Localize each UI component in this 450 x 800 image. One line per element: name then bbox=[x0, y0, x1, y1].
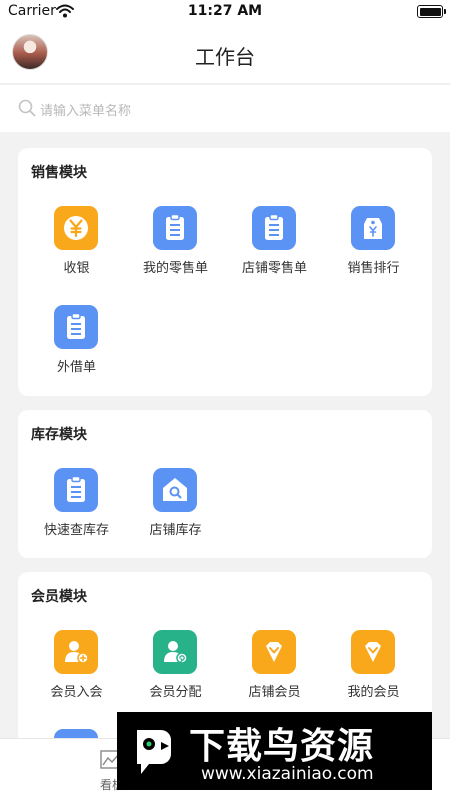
clipboard-icon bbox=[252, 206, 296, 250]
tile-label: 店铺会员 bbox=[248, 685, 301, 700]
tile-label: 外借单 bbox=[56, 360, 96, 375]
yen-coin-icon bbox=[54, 206, 98, 250]
tile-label: 快速查库存 bbox=[43, 523, 109, 538]
watermark-title: 下载鸟资源 bbox=[189, 726, 375, 767]
battery-icon bbox=[417, 5, 446, 18]
clipboard-icon bbox=[153, 206, 197, 250]
clipboard-icon bbox=[54, 468, 98, 512]
tile-label: 会员分配 bbox=[149, 685, 202, 700]
tile-label: 店铺库存 bbox=[149, 523, 202, 538]
store-members-button[interactable]: 店铺会员 bbox=[225, 630, 324, 710]
search-icon bbox=[18, 99, 36, 117]
search-input[interactable]: 请输入菜单名称 bbox=[40, 100, 131, 119]
house-search-icon bbox=[153, 468, 197, 512]
inventory-module-card: 库存模块 快速查库存 店铺库存 bbox=[18, 410, 432, 558]
diamond-icon bbox=[252, 630, 296, 674]
price-tag-icon bbox=[351, 206, 395, 250]
status-bar: Carrier 11:27 AM bbox=[0, 0, 450, 24]
status-time: 11:27 AM bbox=[187, 3, 263, 19]
nav-bar: 工作台 bbox=[0, 24, 450, 84]
page-title: 工作台 bbox=[195, 45, 255, 69]
diamond-icon bbox=[351, 630, 395, 674]
user-assign-icon bbox=[153, 630, 197, 674]
section-title: 会员模块 bbox=[31, 589, 87, 605]
tile-label: 店铺零售单 bbox=[241, 261, 307, 276]
sales-ranking-button[interactable]: 销售排行 bbox=[324, 206, 423, 286]
my-members-button[interactable]: 我的会员 bbox=[324, 630, 423, 710]
store-stock-button[interactable]: 店铺库存 bbox=[126, 468, 225, 548]
clipboard-icon bbox=[54, 305, 98, 349]
tile-label: 收银 bbox=[63, 261, 90, 276]
member-join-button[interactable]: 会员入会 bbox=[27, 630, 126, 710]
search-bar[interactable]: 请输入菜单名称 bbox=[0, 85, 450, 132]
store-retail-orders-button[interactable]: 店铺零售单 bbox=[225, 206, 324, 286]
sales-module-card: 销售模块 收银 我的零售单 店铺零售单 销售排行 外借单 bbox=[18, 148, 432, 396]
section-title: 库存模块 bbox=[31, 427, 87, 443]
tile-label: 销售排行 bbox=[347, 261, 400, 276]
watermark-url: www.xiazainiao.com bbox=[201, 764, 374, 784]
watermark-banner: 下载鸟资源 www.xiazainiao.com bbox=[117, 712, 432, 790]
cashier-button[interactable]: 收银 bbox=[27, 206, 126, 286]
bird-logo-icon bbox=[137, 730, 171, 774]
user-add-icon bbox=[54, 630, 98, 674]
quick-stock-check-button[interactable]: 快速查库存 bbox=[27, 468, 126, 548]
tile-label: 会员入会 bbox=[50, 685, 103, 700]
loan-order-button[interactable]: 外借单 bbox=[27, 305, 126, 385]
member-assign-button[interactable]: 会员分配 bbox=[126, 630, 225, 710]
tile-label: 我的会员 bbox=[347, 685, 400, 700]
tile-label: 我的零售单 bbox=[142, 261, 208, 276]
my-retail-orders-button[interactable]: 我的零售单 bbox=[126, 206, 225, 286]
section-title: 销售模块 bbox=[31, 165, 87, 181]
